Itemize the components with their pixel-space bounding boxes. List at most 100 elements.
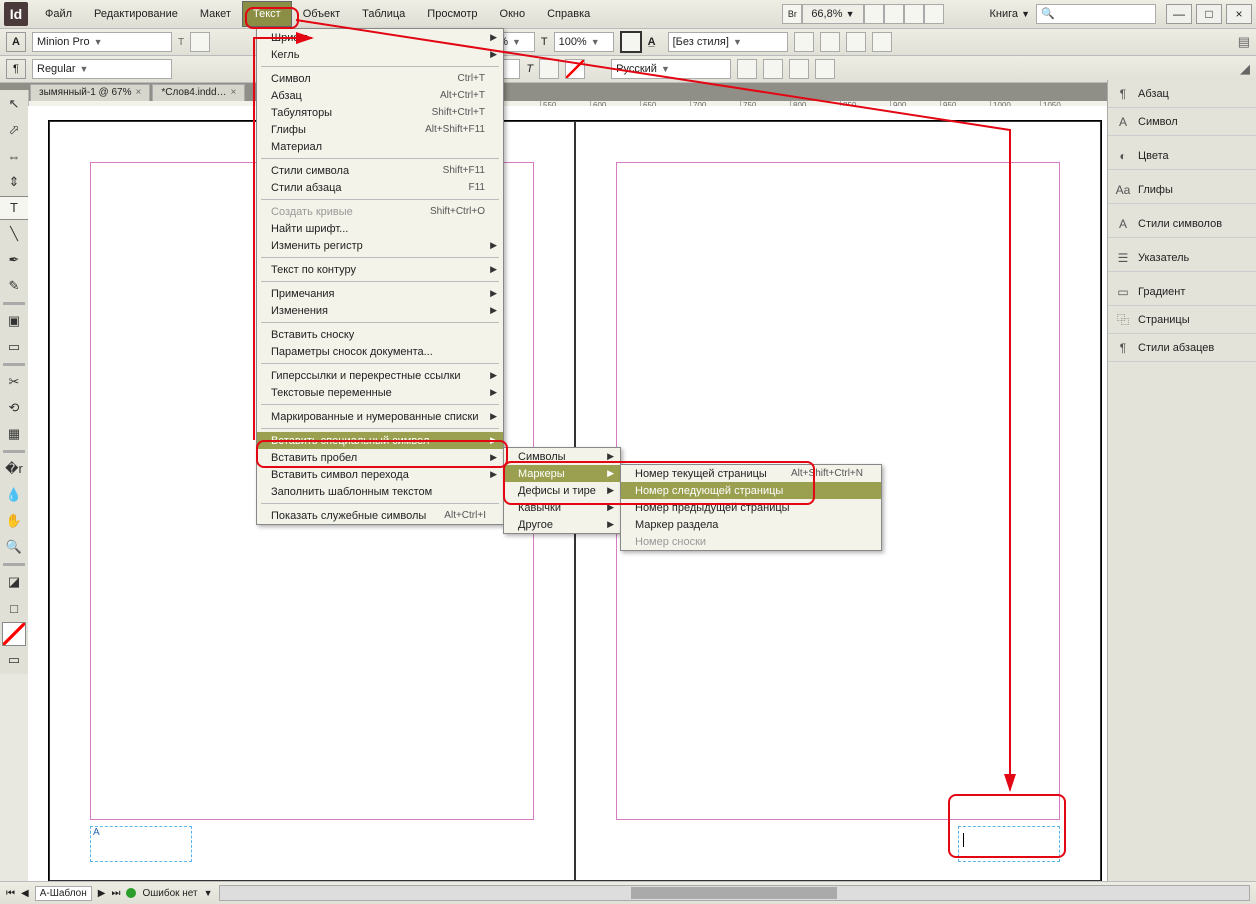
direct-selection-tool[interactable]: ⬀: [2, 118, 26, 142]
text-menu[interactable]: Шрифт▶Кегль▶СимволCtrl+TАбзацAlt+Ctrl+TТ…: [256, 28, 504, 525]
preflight-menu-icon[interactable]: ▼: [204, 888, 213, 898]
eyedropper-tool[interactable]: 💧: [2, 483, 26, 507]
menu-item[interactable]: Гиперссылки и перекрестные ссылки▶: [257, 367, 503, 384]
menu-текст[interactable]: Текст: [242, 1, 292, 27]
search-input[interactable]: 🔍: [1036, 4, 1156, 24]
view-icon-4[interactable]: [924, 4, 944, 24]
maximize-button[interactable]: □: [1196, 4, 1222, 24]
hand-tool[interactable]: ✋: [2, 509, 26, 533]
close-button[interactable]: ×: [1226, 4, 1252, 24]
horizontal-scrollbar[interactable]: [219, 885, 1250, 901]
panel-Указатель[interactable]: ☰Указатель: [1108, 244, 1256, 272]
gap-tool[interactable]: ⇕: [2, 170, 26, 194]
align-6[interactable]: [763, 59, 783, 79]
font-style-select[interactable]: Regular▼: [32, 59, 172, 79]
menu-файл[interactable]: Файл: [34, 1, 83, 27]
transform-tool[interactable]: ⟲: [2, 396, 26, 420]
menu-item[interactable]: Вставить специальный символ▶: [257, 432, 503, 449]
menu-item[interactable]: Маркеры▶: [504, 465, 620, 482]
menu-объект[interactable]: Объект: [292, 1, 351, 27]
page-indicator[interactable]: А-Шаблон: [35, 886, 92, 901]
vscale-select[interactable]: 100%▼: [554, 32, 614, 52]
menu-item[interactable]: Материал: [257, 138, 503, 155]
page-tool[interactable]: ⇔: [2, 144, 26, 168]
page-last-icon[interactable]: ⏭: [111, 888, 120, 899]
charstyle-select[interactable]: [Без стиля]▼: [668, 32, 788, 52]
type-tool[interactable]: T: [0, 196, 30, 220]
fill-none-icon[interactable]: [565, 59, 585, 79]
menu-item[interactable]: Вставить сноску: [257, 326, 503, 343]
zoom-display[interactable]: 66,8% ▼: [802, 4, 863, 24]
align-5[interactable]: [737, 59, 757, 79]
view-icon-1[interactable]: [864, 4, 884, 24]
menu-item[interactable]: Другое▶: [504, 516, 620, 533]
panel-Стили символов[interactable]: AСтили символов: [1108, 210, 1256, 238]
page-first-icon[interactable]: ⏮: [6, 888, 15, 899]
menu-редактирование[interactable]: Редактирование: [83, 1, 189, 27]
bridge-icon[interactable]: Br: [782, 4, 802, 24]
menu-справка[interactable]: Справка: [536, 1, 601, 27]
menu-item[interactable]: Маркер раздела: [621, 516, 881, 533]
apply-none-icon[interactable]: [2, 622, 26, 646]
align-8[interactable]: [815, 59, 835, 79]
menu-item[interactable]: Символы▶: [504, 448, 620, 465]
menu-item[interactable]: Дефисы и тире▶: [504, 482, 620, 499]
insert-special-submenu[interactable]: Символы▶Маркеры▶Дефисы и тире▶Кавычки▶Др…: [503, 447, 621, 534]
document-tab[interactable]: зымянный-1 @ 67%×: [30, 84, 150, 101]
menu-item[interactable]: Номер следующей страницы: [621, 482, 881, 499]
menu-item[interactable]: Стили абзацаF11: [257, 179, 503, 196]
menu-item[interactable]: Примечания▶: [257, 285, 503, 302]
screen-mode-icon[interactable]: ▭: [2, 648, 26, 672]
markers-submenu[interactable]: Номер текущей страницыAlt+Shift+Ctrl+NНо…: [620, 464, 882, 551]
menu-item[interactable]: Стили символаShift+F11: [257, 162, 503, 179]
menu-item[interactable]: СимволCtrl+T: [257, 70, 503, 87]
page-next-icon[interactable]: ▶: [98, 888, 106, 899]
tt-icon[interactable]: [620, 31, 642, 53]
close-tab-icon[interactable]: ×: [231, 85, 237, 101]
panel-Цвета[interactable]: ◐Цвета: [1108, 142, 1256, 170]
gradient-tool[interactable]: ▦: [2, 422, 26, 446]
align-2[interactable]: [820, 32, 840, 52]
menu-item[interactable]: Заполнить шаблонным текстом: [257, 483, 503, 500]
menu-item[interactable]: Параметры сносок документа...: [257, 343, 503, 360]
menu-таблица[interactable]: Таблица: [351, 1, 416, 27]
menu-item[interactable]: Изменения▶: [257, 302, 503, 319]
panel-Абзац[interactable]: ¶Абзац: [1108, 80, 1256, 108]
menu-item[interactable]: ТабуляторыShift+Ctrl+T: [257, 104, 503, 121]
note-tool[interactable]: �r: [2, 457, 26, 481]
panel-Стили абзацев[interactable]: ¶Стили абзацев: [1108, 334, 1256, 362]
menu-item[interactable]: Маркированные и нумерованные списки▶: [257, 408, 503, 425]
document-tab[interactable]: *Слов4.indd…×: [152, 84, 245, 101]
lang-select[interactable]: Русский▼: [611, 59, 731, 79]
panel-Символ[interactable]: AСимвол: [1108, 108, 1256, 136]
menu-item[interactable]: Шрифт▶: [257, 29, 503, 46]
view-icon-3[interactable]: [904, 4, 924, 24]
line-tool[interactable]: ╲: [2, 222, 26, 246]
menu-item[interactable]: Показать служебные символыAlt+Ctrl+I: [257, 507, 503, 524]
skew-field[interactable]: [539, 59, 559, 79]
panel-Страницы[interactable]: ⿻Страницы: [1108, 306, 1256, 334]
panel-menu-icon[interactable]: ▤: [1238, 34, 1250, 50]
align-4[interactable]: [872, 32, 892, 52]
menu-item[interactable]: Номер текущей страницыAlt+Shift+Ctrl+N: [621, 465, 881, 482]
rect-tool[interactable]: ▭: [2, 335, 26, 359]
align-3[interactable]: [846, 32, 866, 52]
view-icon-2[interactable]: [884, 4, 904, 24]
pen-tool[interactable]: ✒: [2, 248, 26, 272]
pencil-tool[interactable]: ✎: [2, 274, 26, 298]
selection-tool[interactable]: ↖: [2, 92, 26, 116]
menu-item[interactable]: Кавычки▶: [504, 499, 620, 516]
menu-item[interactable]: Изменить регистр▶: [257, 237, 503, 254]
preflight-status-icon[interactable]: [126, 888, 136, 898]
right-page-number-frame[interactable]: [958, 826, 1060, 862]
menu-item[interactable]: АбзацAlt+Ctrl+T: [257, 87, 503, 104]
menu-item[interactable]: Текст по контуру▶: [257, 261, 503, 278]
default-fill-icon[interactable]: □: [2, 596, 26, 620]
zoom-tool[interactable]: 🔍: [2, 535, 26, 559]
fill-stroke-swap[interactable]: ◪: [2, 570, 26, 594]
page-prev-icon[interactable]: ◀: [21, 888, 29, 899]
menu-окно[interactable]: Окно: [489, 1, 537, 27]
menu-item[interactable]: Найти шрифт...: [257, 220, 503, 237]
panel-Градиент[interactable]: ▭Градиент: [1108, 278, 1256, 306]
menu-item[interactable]: Вставить пробел▶: [257, 449, 503, 466]
